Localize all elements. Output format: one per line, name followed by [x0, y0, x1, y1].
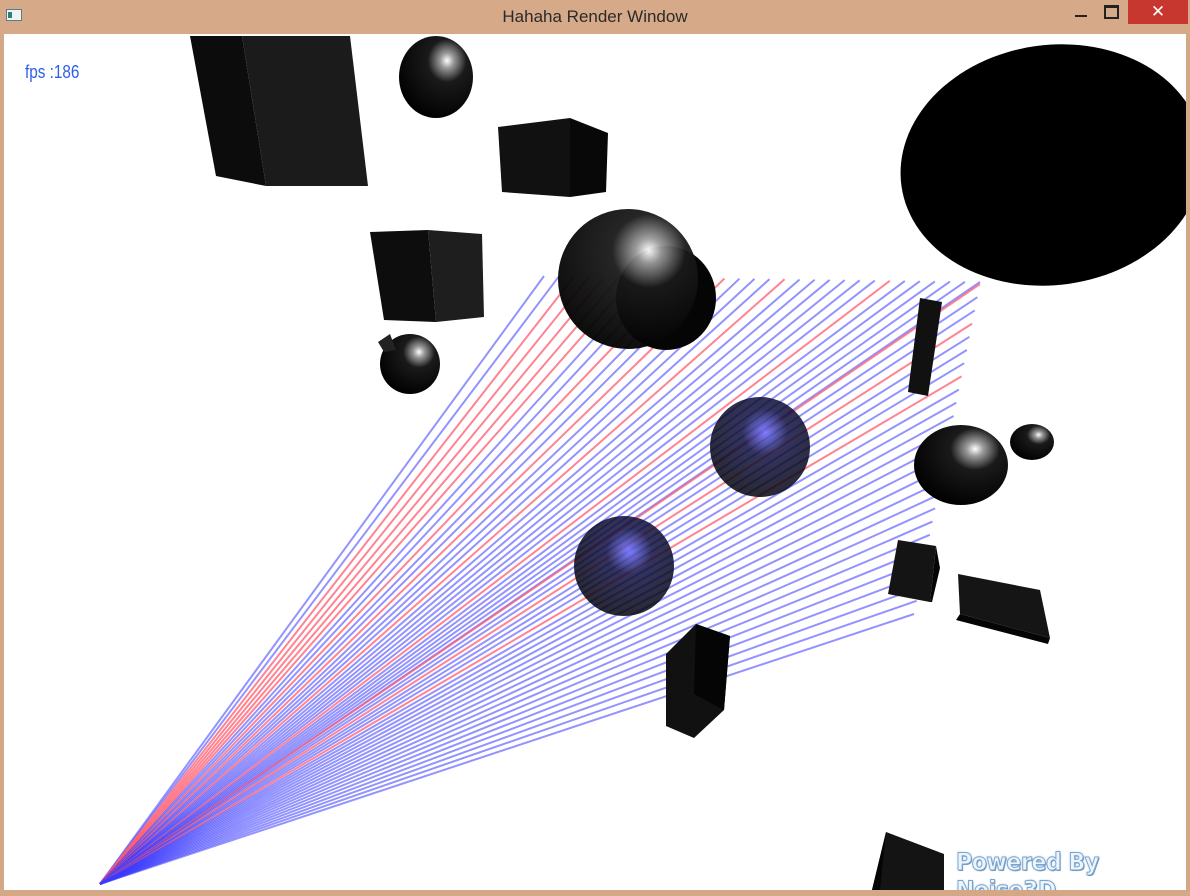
ray-blue [99, 309, 976, 885]
maximize-button[interactable] [1098, 0, 1124, 24]
ray-blue [99, 428, 952, 885]
cube-bottom-right [872, 832, 944, 890]
ray-blue [99, 560, 925, 885]
sphere-mid-right [710, 397, 810, 497]
ray-blue [99, 280, 906, 885]
ray-blue [99, 279, 831, 885]
ray-blue [99, 388, 960, 885]
ray-blue [99, 520, 933, 885]
sphere-mid-left [574, 516, 674, 616]
close-button[interactable]: ✕ [1128, 0, 1188, 24]
powered-by-watermark: Powered By Noise3D [956, 848, 1100, 891]
maximize-icon [1103, 5, 1119, 19]
sphere-right-small [1010, 424, 1054, 460]
ray-red [99, 275, 575, 885]
scene-canvas [99, 36, 1186, 890]
ray-blue [99, 533, 931, 885]
ray-blue [99, 278, 816, 885]
fps-counter: fps :186 [25, 62, 80, 82]
ray-blue [99, 494, 939, 885]
ray-blue [99, 467, 944, 885]
cube-center-top [498, 118, 608, 197]
title-bar[interactable]: Hahaha Render Window ✕ [0, 0, 1190, 34]
sphere-right [914, 425, 1008, 505]
large-sphere [900, 44, 1186, 286]
sphere-center-large [558, 209, 716, 350]
cube-left-middle [370, 230, 484, 322]
ray-blue [99, 280, 936, 885]
ray-bundle [99, 275, 981, 885]
sphere-top [399, 36, 473, 118]
render-viewport[interactable]: fps :186 Powered By Noise3D [4, 34, 1186, 890]
ray-blue [99, 547, 928, 885]
window-title: Hahaha Render Window [502, 7, 688, 26]
ray-blue [99, 362, 965, 885]
ray-blue [99, 335, 970, 885]
ray-red [99, 283, 981, 885]
slab-right [956, 574, 1050, 644]
small-sphere-left [378, 334, 440, 394]
minimize-button[interactable] [1068, 0, 1094, 24]
ray-blue [99, 415, 955, 885]
ray-blue [99, 279, 861, 885]
cube-top-left [190, 36, 368, 186]
ray-blue [99, 280, 921, 885]
ray-blue [99, 280, 966, 885]
minimize-icon [1075, 15, 1087, 17]
